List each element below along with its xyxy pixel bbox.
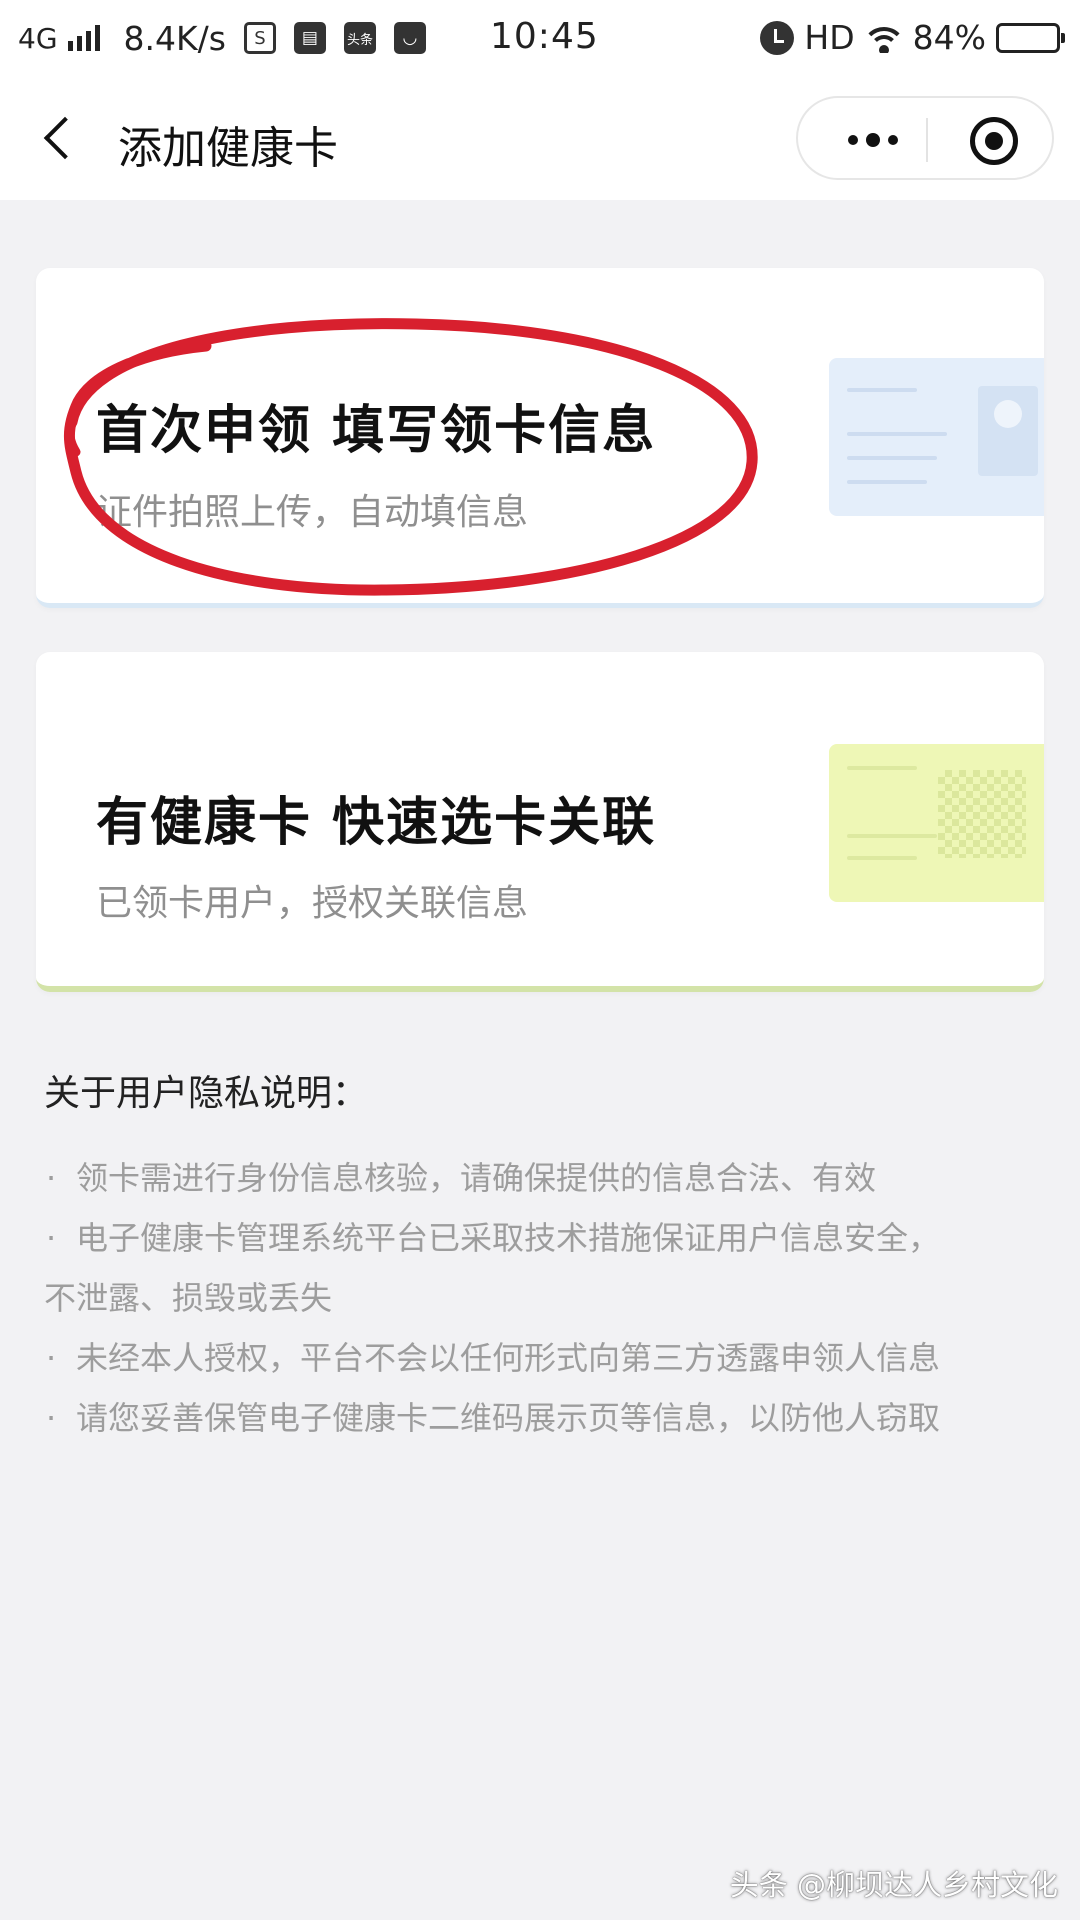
mini-program-capsule xyxy=(796,96,1054,180)
privacy-text: 请您妥善保管电子健康卡二维码展示页等信息，以防他人窃取 xyxy=(76,1399,941,1437)
target-close-icon[interactable] xyxy=(970,117,1018,165)
nav-bar: 添加健康卡 xyxy=(0,76,1080,200)
status-right: HD 84% xyxy=(760,18,1065,57)
privacy-heading: 关于用户隐私说明： xyxy=(44,1073,369,1114)
bullet-dot: · xyxy=(46,1219,57,1257)
privacy-item: · 未经本人授权，平台不会以任何形式向第三方透露申领人信息 xyxy=(44,1328,1044,1388)
bullet-dot: · xyxy=(46,1399,57,1437)
capsule-divider xyxy=(926,118,928,162)
id-card-illustration-icon xyxy=(829,358,1044,516)
card-subtitle: 证件拍照上传，自动填信息 xyxy=(96,492,529,533)
privacy-text: 电子健康卡管理系统平台已采取技术措施保证用户信息安全， xyxy=(76,1219,941,1257)
privacy-text: 未经本人授权，平台不会以任何形式向第三方透露申领人信息 xyxy=(76,1339,941,1377)
bag-icon: ◡ xyxy=(393,22,426,54)
card-subtitle: 已领卡用户，授权关联信息 xyxy=(96,883,529,924)
card-title: 首次申领 填写领卡信息 xyxy=(96,401,657,461)
more-dots-icon[interactable] xyxy=(832,118,914,162)
network-speed: 8.4K/s xyxy=(123,18,226,58)
status-left: 4G 8.4K/s S ▤ 头条 ◡ xyxy=(18,19,426,58)
link-existing-card[interactable]: 有健康卡 快速选卡关联 已领卡用户，授权关联信息 xyxy=(36,652,1044,992)
privacy-item: · 请您妥善保管电子健康卡二维码展示页等信息，以防他人窃取 xyxy=(44,1388,1044,1448)
first-apply-card[interactable]: 首次申领 填写领卡信息 证件拍照上传，自动填信息 xyxy=(36,268,1044,608)
bullet-dot: · xyxy=(46,1159,57,1197)
page-title: 添加健康卡 xyxy=(118,123,338,174)
sim-icon: S xyxy=(243,22,276,54)
privacy-list: · 领卡需进行身份信息核验，请确保提供的信息合法、有效 · 电子健康卡管理系统平… xyxy=(44,1148,1044,1448)
clock: 10:45 xyxy=(490,16,599,57)
card-title: 有健康卡 快速选卡关联 xyxy=(96,793,657,853)
privacy-item: · 领卡需进行身份信息核验，请确保提供的信息合法、有效 xyxy=(44,1148,1044,1208)
network-type: 4G xyxy=(18,21,58,55)
battery-icon xyxy=(996,22,1065,53)
calendar-icon: ▤ xyxy=(293,22,326,54)
wifi-icon xyxy=(864,23,903,53)
signal-icon xyxy=(67,25,100,51)
chevron-left-icon[interactable] xyxy=(38,111,78,167)
toutiao-icon: 头条 xyxy=(343,22,376,54)
watermark: 头条 @柳坝达人乡村文化 xyxy=(729,1868,1058,1902)
health-card-illustration-icon xyxy=(829,744,1044,902)
alarm-icon xyxy=(760,20,795,55)
qr-code-icon xyxy=(938,770,1026,858)
hd-label: HD xyxy=(804,18,855,57)
privacy-item: · 电子健康卡管理系统平台已采取技术措施保证用户信息安全， 不泄露、损毁或丢失 xyxy=(44,1208,1044,1328)
battery-percent: 84% xyxy=(912,18,986,57)
privacy-text-continued: 不泄露、损毁或丢失 xyxy=(44,1279,333,1317)
bullet-dot: · xyxy=(46,1339,57,1377)
privacy-text: 领卡需进行身份信息核验，请确保提供的信息合法、有效 xyxy=(76,1159,877,1197)
status-bar: 4G 8.4K/s S ▤ 头条 ◡ 10:45 HD 84% xyxy=(0,0,1080,76)
